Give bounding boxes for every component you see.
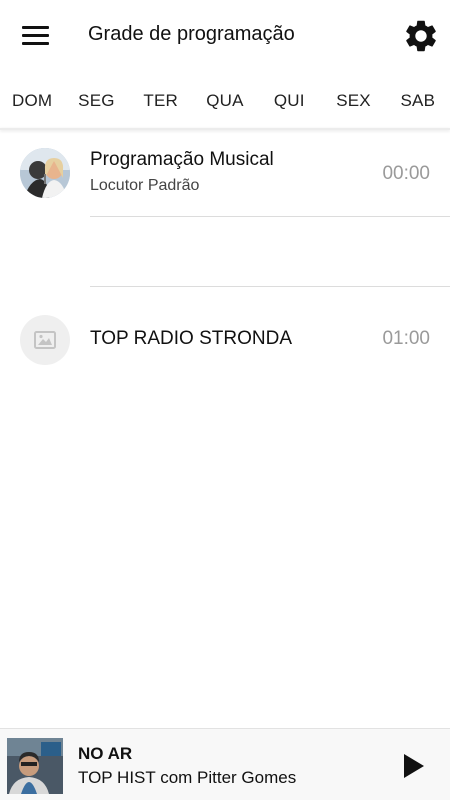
schedule-item[interactable]: TOP RADIO STRONDA 01:00 [0, 217, 450, 365]
tab-ter[interactable]: TER [129, 72, 193, 129]
page-title: Grade de programação [88, 23, 295, 45]
list-divider [90, 286, 450, 287]
tab-sex[interactable]: SEX [321, 72, 385, 129]
hamburger-menu-icon[interactable] [14, 18, 56, 54]
program-time: 01:00 [382, 328, 430, 349]
tab-sab[interactable]: SAB [386, 72, 450, 129]
program-host: Locutor Padrão [90, 177, 200, 194]
tab-qua[interactable]: QUA [193, 72, 257, 129]
play-icon[interactable] [398, 751, 428, 781]
program-time: 00:00 [382, 163, 430, 184]
image-placeholder-icon [20, 315, 70, 365]
day-tabs: DOM SEG TER QUA QUI SEX SAB [0, 72, 450, 129]
tab-qui[interactable]: QUI [257, 72, 321, 129]
tab-seg[interactable]: SEG [64, 72, 128, 129]
program-title: TOP RADIO STRONDA [90, 328, 292, 349]
schedule-item[interactable]: Programação Musical Locutor Padrão 00:00 [0, 130, 450, 217]
now-playing-title: TOP HIST com Pitter Gomes [78, 768, 297, 787]
now-playing-thumbnail [7, 738, 63, 794]
host-avatar [20, 148, 70, 198]
schedule-list: Programação Musical Locutor Padrão 00:00… [0, 130, 450, 365]
tab-dom[interactable]: DOM [0, 72, 64, 129]
now-playing-bar[interactable]: NO AR TOP HIST com Pitter Gomes [0, 728, 450, 800]
program-title: Programação Musical [90, 149, 274, 170]
gear-icon[interactable] [402, 17, 440, 55]
app-header: Grade de programação [0, 0, 450, 72]
on-air-label: NO AR [78, 744, 133, 763]
app-screen: Grade de programação DOM SEG TER QUA QUI… [0, 0, 450, 800]
